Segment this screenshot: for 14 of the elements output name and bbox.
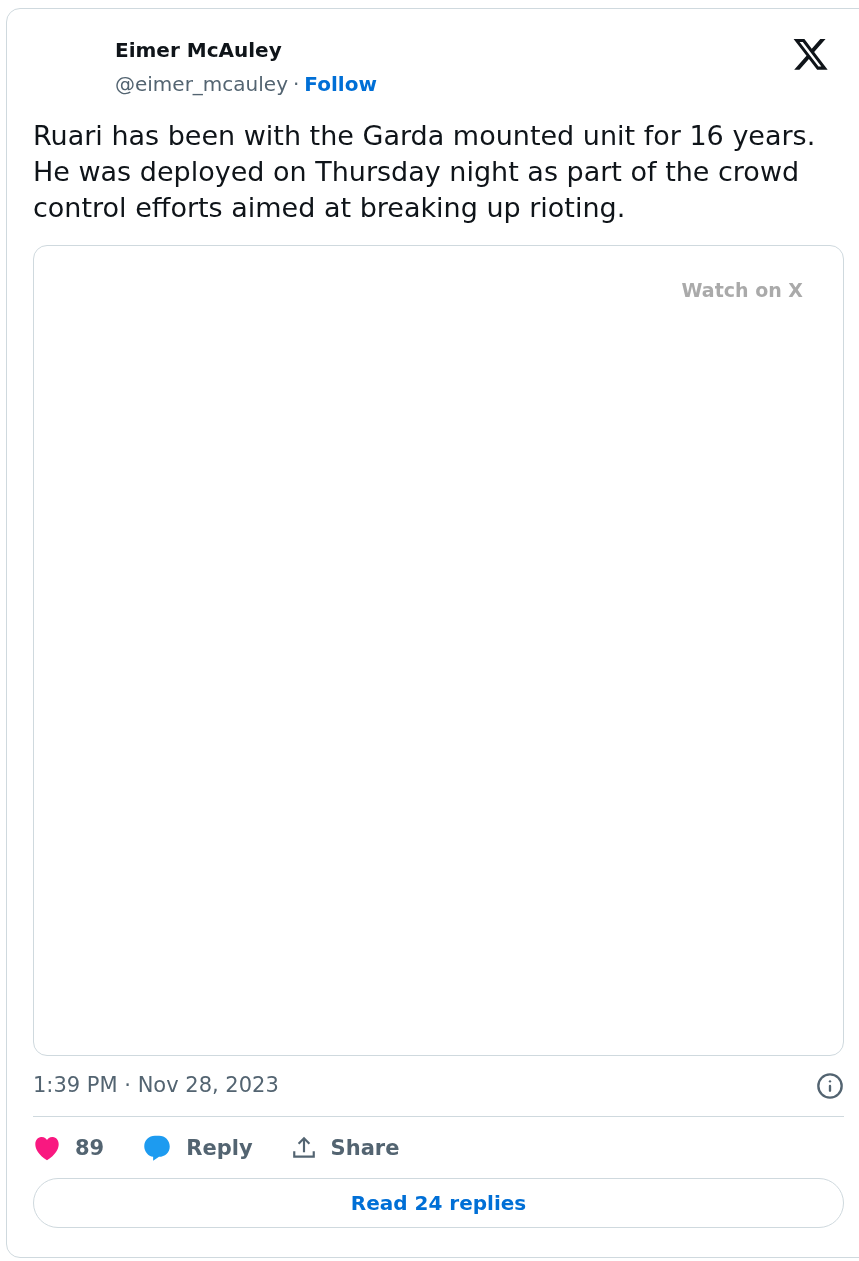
tweet-text: Ruari has been with the Garda mounted unit for 16 years. He was deployed on Thursday night as part of the crowd control efforts aimed at breaking up rioting. [33,119,817,225]
share-button[interactable]: Share [290,1132,400,1164]
author-name[interactable]: Eimer McAuley [115,36,377,64]
reply-button[interactable]: Reply [142,1132,253,1164]
like-button[interactable]: 89 [33,1132,105,1164]
author-handle[interactable]: @eimer_mcauley [115,70,288,98]
speech-bubble-icon [142,1134,173,1163]
heart-icon [33,1135,61,1162]
timestamp[interactable]: 1:39 PM · Nov 28, 2023 [33,1070,279,1102]
separator-dot: · [293,71,300,98]
x-logo-icon[interactable] [793,39,829,72]
info-icon[interactable] [816,1071,844,1100]
follow-link[interactable]: Follow [304,70,377,98]
read-replies-button[interactable]: Read 24 replies [33,1178,844,1228]
